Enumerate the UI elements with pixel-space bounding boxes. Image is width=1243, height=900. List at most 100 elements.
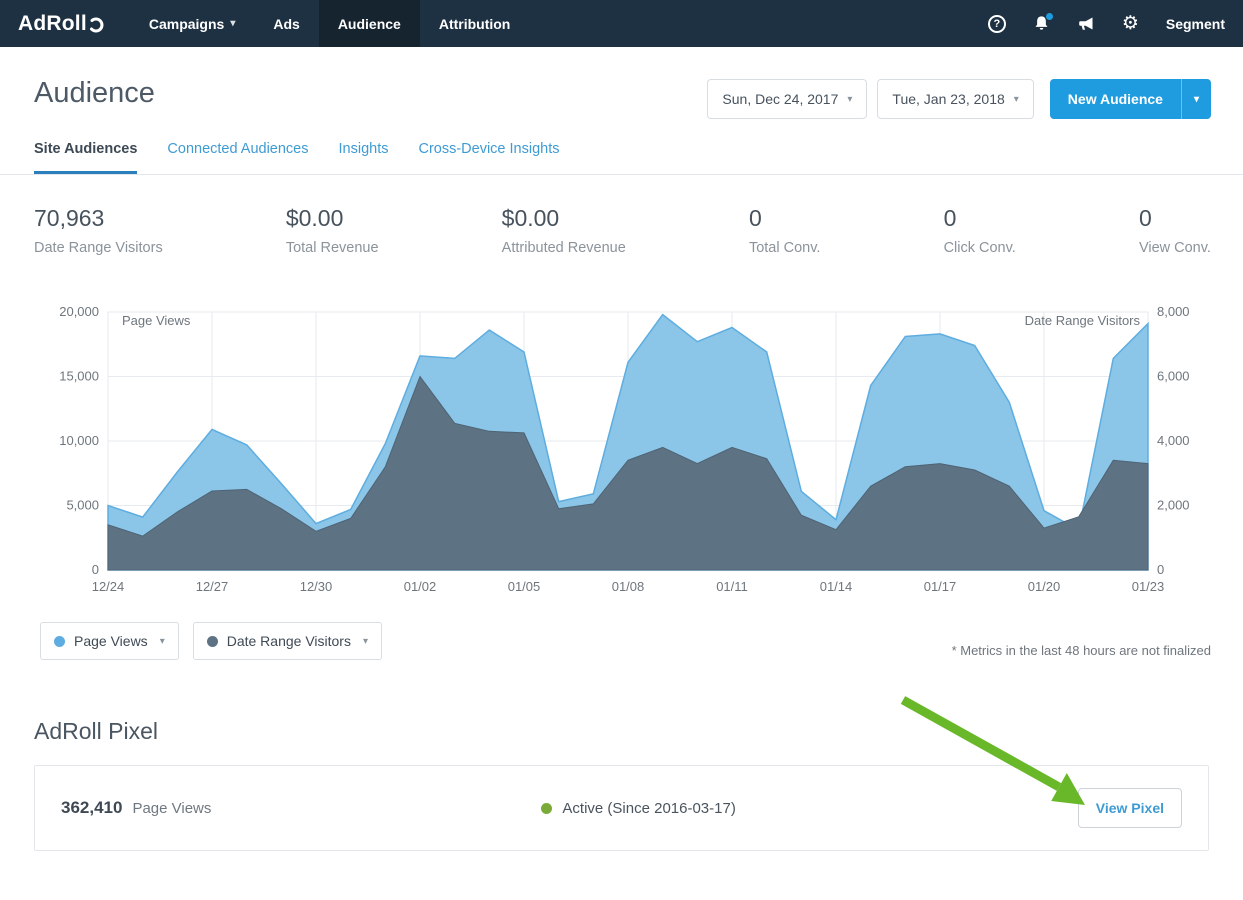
svg-text:01/05: 01/05	[508, 579, 541, 594]
help-icon[interactable]: ?	[988, 15, 1006, 33]
new-audience-split-button: New Audience ▾	[1050, 79, 1211, 119]
tab-connected-audiences[interactable]: Connected Audiences	[167, 141, 308, 174]
stat-value: 0	[1139, 205, 1211, 232]
legend-page-views-dropdown[interactable]: Page Views ▾	[40, 622, 179, 660]
stat-label: Date Range Visitors	[34, 240, 163, 256]
date-start-dropdown[interactable]: Sun, Dec 24, 2017 ▾	[707, 79, 867, 119]
adroll-logo[interactable]: AdRoll	[0, 0, 130, 47]
date-start-value: Sun, Dec 24, 2017	[722, 91, 838, 107]
tab-insights[interactable]: Insights	[339, 141, 389, 174]
page-header: Audience Sun, Dec 24, 2017 ▾ Tue, Jan 23…	[0, 47, 1243, 119]
main-nav: Campaigns ▾ Ads Audience Attribution	[130, 0, 530, 47]
header-controls: Sun, Dec 24, 2017 ▾ Tue, Jan 23, 2018 ▾ …	[707, 79, 1211, 119]
stat-view-conv: 0 View Conv.	[1139, 205, 1211, 256]
gear-glyph: ⚙	[1122, 14, 1139, 33]
svg-text:Page Views: Page Views	[122, 313, 191, 328]
svg-text:Date Range Visitors: Date Range Visitors	[1025, 313, 1141, 328]
svg-text:01/08: 01/08	[612, 579, 645, 594]
metrics-footnote: * Metrics in the last 48 hours are not f…	[952, 643, 1211, 660]
tab-cross-device-insights[interactable]: Cross-Device Insights	[418, 141, 559, 174]
svg-text:0: 0	[92, 562, 99, 577]
pixel-page-views-value: 362,410	[61, 798, 122, 818]
svg-text:01/02: 01/02	[404, 579, 437, 594]
legend-visitors-label: Date Range Visitors	[227, 633, 351, 649]
chevron-down-icon: ▾	[230, 18, 235, 29]
svg-text:6,000: 6,000	[1157, 369, 1190, 384]
stat-label: Attributed Revenue	[502, 240, 626, 256]
nav-audience[interactable]: Audience	[319, 0, 420, 47]
top-navbar: AdRoll Campaigns ▾ Ads Audience Attribut…	[0, 0, 1243, 47]
svg-text:20,000: 20,000	[59, 304, 99, 319]
date-end-value: Tue, Jan 23, 2018	[892, 91, 1004, 107]
svg-text:2,000: 2,000	[1157, 498, 1190, 513]
svg-text:0: 0	[1157, 562, 1164, 577]
nav-segment[interactable]: Segment	[1166, 16, 1225, 32]
stat-label: View Conv.	[1139, 240, 1211, 256]
adroll-pixel-card: 362,410 Page Views Active (Since 2016-03…	[34, 765, 1209, 851]
summary-stats: 70,963 Date Range Visitors $0.00 Total R…	[0, 175, 1243, 256]
notifications-bell-icon[interactable]	[1033, 15, 1050, 32]
svg-text:5,000: 5,000	[66, 498, 99, 513]
chevron-down-icon: ▾	[160, 636, 165, 647]
svg-text:4,000: 4,000	[1157, 433, 1190, 448]
adroll-pixel-title: AdRoll Pixel	[34, 718, 1209, 745]
legend-row: Page Views ▾ Date Range Visitors ▾ * Met…	[0, 622, 1243, 660]
notification-badge	[1045, 12, 1054, 21]
traffic-area-chart: 12/24 12/27 12/30 01/02 01/05 01/08 01/11 01/14…	[0, 296, 1243, 596]
stat-label: Total Conv.	[749, 240, 820, 256]
audience-tabs: Site Audiences Connected Audiences Insig…	[0, 141, 1243, 175]
legend-buttons: Page Views ▾ Date Range Visitors ▾	[40, 622, 382, 660]
stat-attributed-revenue: $0.00 Attributed Revenue	[502, 205, 626, 256]
nav-attribution[interactable]: Attribution	[420, 0, 530, 47]
svg-text:12/30: 12/30	[300, 579, 333, 594]
navbar-utilities: ? ⚙ Segment	[988, 0, 1243, 47]
pixel-page-views: 362,410 Page Views	[61, 798, 211, 818]
svg-text:01/17: 01/17	[924, 579, 957, 594]
chart-canvas: 12/24 12/27 12/30 01/02 01/05 01/08 01/11 01/14…	[0, 296, 1243, 596]
svg-text:8,000: 8,000	[1157, 304, 1190, 319]
nav-campaigns-label: Campaigns	[149, 16, 224, 32]
settings-gear-icon[interactable]: ⚙	[1122, 14, 1139, 33]
help-question-glyph: ?	[988, 15, 1006, 33]
chevron-down-icon: ▾	[847, 94, 852, 105]
nav-campaigns[interactable]: Campaigns ▾	[130, 0, 255, 47]
stat-value: $0.00	[286, 205, 379, 232]
adroll-logo-curl-icon	[89, 17, 104, 34]
stat-value: 0	[749, 205, 820, 232]
stat-date-range-visitors: 70,963 Date Range Visitors	[34, 205, 163, 256]
megaphone-glyph	[1077, 16, 1095, 32]
svg-text:01/11: 01/11	[716, 579, 748, 594]
stat-value: 70,963	[34, 205, 163, 232]
stat-total-conv: 0 Total Conv.	[749, 205, 820, 256]
status-active-dot	[541, 803, 552, 814]
new-audience-caret-button[interactable]: ▾	[1181, 79, 1211, 119]
svg-text:01/14: 01/14	[820, 579, 853, 594]
stat-value: $0.00	[502, 205, 626, 232]
chevron-down-icon: ▾	[363, 636, 368, 647]
adroll-logo-text: AdRoll	[18, 12, 87, 36]
svg-text:10,000: 10,000	[59, 433, 99, 448]
stat-click-conv: 0 Click Conv.	[944, 205, 1016, 256]
tab-site-audiences[interactable]: Site Audiences	[34, 141, 137, 174]
status-text: Active (Since 2016-03-17)	[562, 800, 735, 817]
legend-page-views-label: Page Views	[74, 633, 148, 649]
stat-value: 0	[944, 205, 1016, 232]
visitors-series-dot	[207, 636, 218, 647]
view-pixel-button[interactable]: View Pixel	[1078, 788, 1182, 828]
adroll-pixel-section: AdRoll Pixel 362,410 Page Views Active (…	[0, 718, 1243, 851]
svg-text:01/23: 01/23	[1132, 579, 1165, 594]
legend-visitors-dropdown[interactable]: Date Range Visitors ▾	[193, 622, 382, 660]
page-title: Audience	[34, 77, 155, 110]
date-end-dropdown[interactable]: Tue, Jan 23, 2018 ▾	[877, 79, 1033, 119]
svg-text:01/20: 01/20	[1028, 579, 1061, 594]
new-audience-button[interactable]: New Audience	[1050, 79, 1181, 119]
page-views-series-dot	[54, 636, 65, 647]
stat-label: Click Conv.	[944, 240, 1016, 256]
svg-text:12/24: 12/24	[92, 579, 125, 594]
announcements-megaphone-icon[interactable]	[1077, 16, 1095, 32]
svg-text:12/27: 12/27	[196, 579, 229, 594]
svg-text:15,000: 15,000	[59, 369, 99, 384]
nav-ads[interactable]: Ads	[254, 0, 318, 47]
pixel-status: Active (Since 2016-03-17)	[541, 800, 735, 817]
stat-label: Total Revenue	[286, 240, 379, 256]
